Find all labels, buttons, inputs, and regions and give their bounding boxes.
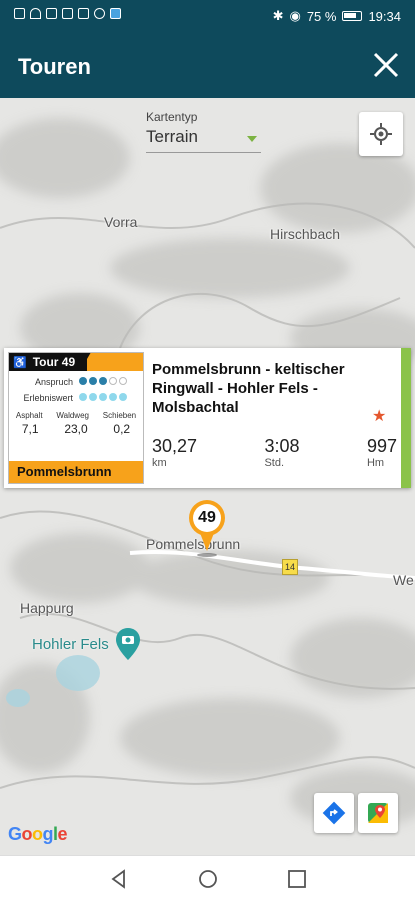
tour-marker[interactable]: 49 [188, 499, 226, 557]
bb-icon [62, 8, 73, 19]
nfc-icon [46, 8, 57, 19]
stat-elevation: 997 Hm [366, 436, 397, 469]
back-icon[interactable] [108, 868, 130, 890]
directions-button[interactable] [314, 793, 354, 833]
erlebniswert-row: Erlebniswert [9, 393, 143, 403]
route-shield: 14 [282, 559, 298, 575]
anspruch-rating [79, 377, 129, 387]
system-nav-bar [0, 855, 415, 900]
maptype-value: Terrain [146, 127, 198, 146]
app-bar: Touren [0, 34, 415, 98]
mail-icon [78, 8, 89, 19]
battery-icon [342, 11, 363, 21]
tour-stats: 30,27 km 3:08 Std. 997 Hm [152, 436, 397, 469]
map-view[interactable]: Kartentyp Terrain Vorra Hirschbach Pomme… [0, 98, 415, 855]
rating-dot [79, 377, 87, 385]
wifi-icon [30, 8, 41, 19]
surface-values: 7,1 23,0 0,2 [9, 422, 143, 436]
tour-card[interactable]: ♿ Tour 49 Anspruch Erlebniswert Asphalt … [4, 348, 411, 488]
tour-badge-title: Tour 49 [32, 355, 76, 369]
bluetooth-icon: ✱ [272, 8, 284, 23]
erlebniswert-label: Erlebniswert [23, 393, 73, 403]
difficulty-stripe [401, 348, 411, 488]
rating-dot [89, 393, 97, 401]
my-location-button[interactable] [359, 112, 403, 156]
rating-dot [119, 393, 127, 401]
place-label: Vorra [104, 214, 138, 230]
tour-badge-header: ♿ Tour 49 [9, 353, 143, 371]
directions-icon [322, 801, 346, 825]
maptype-label: Kartentyp [146, 110, 198, 124]
surface-value: 0,2 [113, 422, 131, 436]
place-label: We [393, 572, 414, 588]
google-maps-icon [368, 803, 388, 823]
surface-label: Schieben [102, 411, 137, 420]
tour-town: Pommelsbrunn [9, 461, 143, 483]
google-logo: Google [8, 824, 68, 844]
crosshair-icon [370, 123, 392, 145]
rating-dot [99, 393, 107, 401]
rating-dot [89, 377, 97, 385]
dropdown-arrow-icon [247, 136, 257, 142]
map-pin-icon [189, 500, 225, 557]
stat-distance: 30,27 km [152, 436, 198, 469]
page-title: Touren [18, 54, 91, 79]
place-label: Hirschbach [270, 226, 341, 242]
place-label: Happurg [20, 600, 74, 616]
app-icon [110, 8, 121, 19]
erlebniswert-rating [79, 393, 129, 403]
marker-number: 49 [198, 509, 216, 526]
sim-icon [14, 8, 25, 19]
battery-percent: 75 % [306, 8, 337, 24]
surface-value: 7,1 [21, 422, 39, 436]
surface-labels: Asphalt Waldweg Schieben [9, 411, 143, 420]
settings-icon [94, 8, 105, 19]
star-icon[interactable]: ★ [372, 406, 386, 426]
maptype-select[interactable]: Kartentyp Terrain [146, 110, 261, 153]
anspruch-label: Anspruch [34, 377, 73, 387]
rating-dot [99, 377, 107, 385]
recents-icon[interactable] [286, 868, 308, 890]
rating-dot [109, 377, 117, 385]
home-icon[interactable] [197, 868, 219, 890]
anspruch-row: Anspruch [9, 377, 143, 387]
rating-dot [109, 393, 117, 401]
bike-icon: ♿ [13, 356, 27, 369]
stat-duration: 3:08 Std. [264, 436, 300, 469]
surface-label: Waldweg [56, 411, 89, 420]
rating-dot [119, 377, 127, 385]
clock: 19:34 [368, 8, 401, 24]
camera-icon[interactable] [116, 628, 140, 660]
rating-dot [79, 393, 87, 401]
surface-value: 23,0 [64, 422, 88, 436]
surface-label: Asphalt [15, 411, 43, 420]
status-bar: ✱ ◉ 75 % 19:34 [0, 0, 415, 34]
status-icons-left [14, 8, 121, 19]
open-maps-button[interactable] [358, 793, 398, 833]
tour-badge: ♿ Tour 49 Anspruch Erlebniswert Asphalt … [8, 352, 144, 484]
close-icon[interactable] [371, 50, 401, 80]
location-icon: ◉ [289, 8, 301, 23]
status-icons-right: ✱ ◉ 75 % 19:34 [273, 8, 401, 24]
poi-label[interactable]: Hohler Fels [32, 636, 109, 653]
tour-name: Pommelsbrunn - keltischer Ringwall - Hoh… [152, 361, 345, 416]
